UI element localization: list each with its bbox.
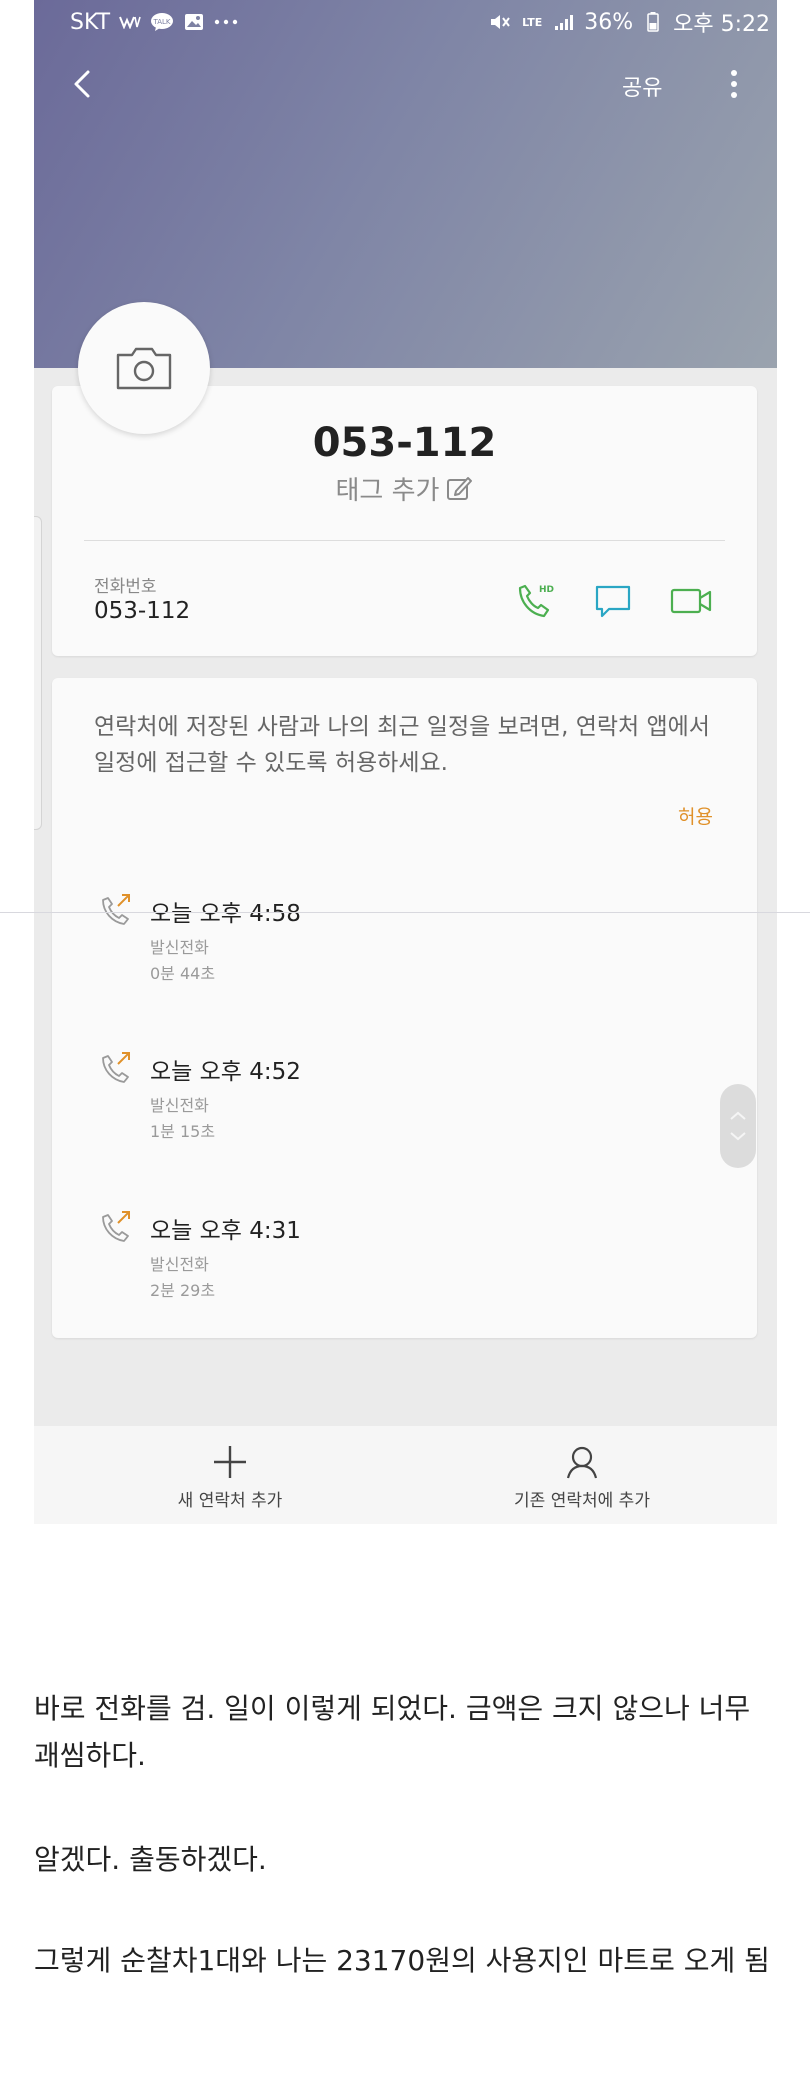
more-options-button[interactable] <box>714 64 754 104</box>
outgoing-call-icon <box>102 894 130 925</box>
overlay-line <box>0 912 810 913</box>
outgoing-call-icon <box>102 1052 130 1083</box>
edge-panel-handle[interactable] <box>34 516 42 830</box>
call-log-item[interactable]: 오늘 오후 4:31 발신전화 2분 29초 <box>98 1207 698 1327</box>
status-bar: SKT TALK LTE 36% 오후 5:22 <box>70 4 770 40</box>
battery-percent: 36% <box>584 9 634 35</box>
mute-icon <box>488 13 512 31</box>
new-contact-label: 새 연락처 추가 <box>177 1491 283 1511</box>
add-to-existing-button[interactable]: 기존 연락처에 추가 <box>432 1426 732 1524</box>
new-contact-button[interactable]: 새 연락처 추가 <box>80 1426 380 1524</box>
allow-button[interactable]: 허용 <box>678 802 713 829</box>
call-duration: 0분 44초 <box>150 964 216 983</box>
battery-icon <box>641 12 665 32</box>
article-paragraph: 알겠다. 출동하겠다. <box>34 1843 267 1876</box>
carrier-label: SKT <box>70 9 111 35</box>
message-button[interactable] <box>590 578 636 624</box>
hd-call-button[interactable]: HD <box>512 578 558 624</box>
article-paragraph: 그렇게 순찰차1대와 나는 23170원의 사용지인 마트로 오게 됨 <box>34 1944 770 1977</box>
call-time: 오늘 오후 4:31 <box>150 1218 301 1244</box>
more-notifications-icon <box>214 13 238 31</box>
more-vert-icon <box>731 70 737 98</box>
calendar-permission-message: 연락처에 저장된 사람과 나의 최근 일정을 보려면, 연락처 앱에서 일정에 … <box>94 714 710 776</box>
video-call-button[interactable] <box>668 578 714 624</box>
phone-number-value: 053-112 <box>94 598 191 624</box>
fast-scroll-button[interactable] <box>720 1084 756 1168</box>
image-icon <box>182 13 206 31</box>
call-log-item[interactable]: 오늘 오후 4:58 발신전화 0분 44초 <box>98 890 698 1010</box>
svg-text:HD: HD <box>539 585 554 595</box>
clock: 오후 5:22 <box>673 12 770 37</box>
call-time: 오늘 오후 4:58 <box>150 901 301 927</box>
signal-icon <box>552 13 576 31</box>
lte-label: LTE <box>522 15 543 29</box>
contact-photo-button[interactable] <box>78 302 210 434</box>
call-time: 오늘 오후 4:52 <box>150 1059 301 1085</box>
back-button[interactable] <box>64 64 104 104</box>
message-icon <box>595 585 631 618</box>
chevron-left-icon <box>74 70 90 98</box>
contact-screen: SKT TALK LTE 36% 오후 5:22 공유 053-112 태그 추… <box>34 0 777 1524</box>
video-call-icon <box>670 588 712 614</box>
chevron-up-icon <box>730 1111 746 1120</box>
talk-icon: TALK <box>150 13 174 31</box>
tag-add-button[interactable]: 태그 추가 <box>52 470 757 509</box>
article-paragraph: 바로 전화를 검. 일이 이렇게 되었다. 금액은 크지 않으나 너무 괘씸하다… <box>34 1692 751 1773</box>
chevron-down-icon <box>730 1132 746 1141</box>
phone-number-label: 전화번호 <box>94 577 157 597</box>
svg-text:TALK: TALK <box>153 18 171 26</box>
divider <box>84 540 725 541</box>
call-type: 발신전화 <box>150 938 209 957</box>
person-icon <box>566 1446 598 1479</box>
history-card: 연락처에 저장된 사람과 나의 최근 일정을 보려면, 연락처 앱에서 일정에 … <box>52 678 757 1338</box>
call-type: 발신전화 <box>150 1255 209 1274</box>
camera-icon <box>116 347 172 390</box>
w-icon <box>118 13 142 31</box>
call-type: 발신전화 <box>150 1096 209 1115</box>
tag-add-label: 태그 추가 <box>335 476 440 506</box>
call-log-item[interactable]: 오늘 오후 4:52 발신전화 1분 15초 <box>98 1048 698 1168</box>
add-to-existing-label: 기존 연락처에 추가 <box>514 1491 650 1511</box>
call-duration: 2분 29초 <box>150 1281 216 1300</box>
edit-icon <box>445 474 473 509</box>
call-duration: 1분 15초 <box>150 1122 216 1141</box>
outgoing-call-icon <box>102 1211 130 1242</box>
hd-call-icon: HD <box>518 584 554 618</box>
share-button[interactable]: 공유 <box>622 70 662 102</box>
bottom-action-bar: 새 연락처 추가 기존 연락처에 추가 <box>34 1426 777 1524</box>
plus-icon <box>214 1446 246 1478</box>
